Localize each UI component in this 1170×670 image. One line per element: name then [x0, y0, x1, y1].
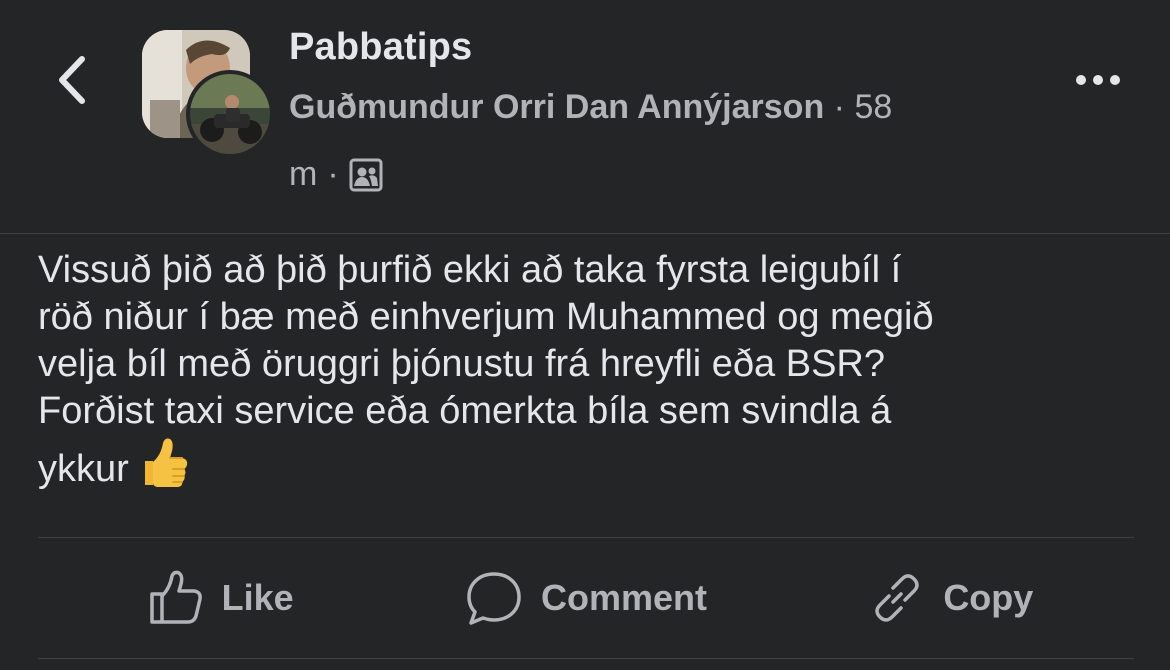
- post-text-last-line: ykkur: [38, 435, 1138, 493]
- post-screen: Pabbatips Guðmundur Orri Dan Annýjarson …: [0, 0, 1170, 670]
- avatar-group[interactable]: [142, 30, 274, 158]
- comment-button[interactable]: Comment: [403, 548, 768, 648]
- meta-separator-dot: ·: [327, 155, 339, 193]
- more-horizontal-icon: [1076, 75, 1086, 85]
- copy-button[interactable]: Copy: [769, 548, 1134, 648]
- header-divider: [0, 233, 1170, 234]
- post-text-line: Vissuð þið að þið þurfið ekki að taka fy…: [38, 249, 902, 291]
- post-meta-secondary: m ·: [289, 155, 383, 194]
- more-horizontal-icon-dot: [1093, 75, 1103, 85]
- group-name[interactable]: Pabbatips: [289, 26, 472, 69]
- like-button[interactable]: Like: [38, 548, 403, 648]
- actions-divider-top: [38, 537, 1134, 538]
- post-text-line: velja bíl með öruggri þjónustu frá hreyf…: [38, 343, 886, 385]
- post-text-line: Forðist taxi service eða ómerkta bíla se…: [38, 390, 892, 432]
- copy-label: Copy: [943, 577, 1034, 618]
- like-label: Like: [221, 577, 294, 618]
- members-icon: [349, 158, 383, 192]
- author-avatar[interactable]: [186, 70, 274, 158]
- post-body: Vissuð þið að þið þurfið ekki að taka fy…: [38, 247, 1138, 493]
- post-meta: Guðmundur Orri Dan Annýjarson · 58: [289, 88, 892, 127]
- post-time-unit: m: [289, 155, 318, 193]
- chevron-left-icon: [59, 56, 85, 104]
- author-name[interactable]: Guðmundur Orri Dan Annýjarson: [289, 88, 824, 126]
- more-horizontal-icon-dot: [1110, 75, 1120, 85]
- thumbs-up-icon: [149, 570, 202, 624]
- meta-separator: ·: [824, 88, 855, 126]
- back-button[interactable]: [44, 48, 100, 112]
- post-text-line: ykkur: [38, 448, 129, 490]
- author-avatar-image: [190, 74, 270, 154]
- more-options-button[interactable]: [1068, 60, 1128, 100]
- thumbs-up-emoji: [144, 438, 187, 487]
- comment-bubble-icon: [467, 572, 521, 625]
- actions-divider-bottom: [38, 658, 1134, 659]
- post-time[interactable]: 58: [854, 88, 892, 126]
- post-text-line: röð niður í bæ með einhverjum Muhammed o…: [38, 296, 934, 338]
- comment-label: Comment: [540, 577, 707, 618]
- link-icon: [875, 574, 920, 622]
- post-actions: Like Comment Copy: [38, 548, 1134, 648]
